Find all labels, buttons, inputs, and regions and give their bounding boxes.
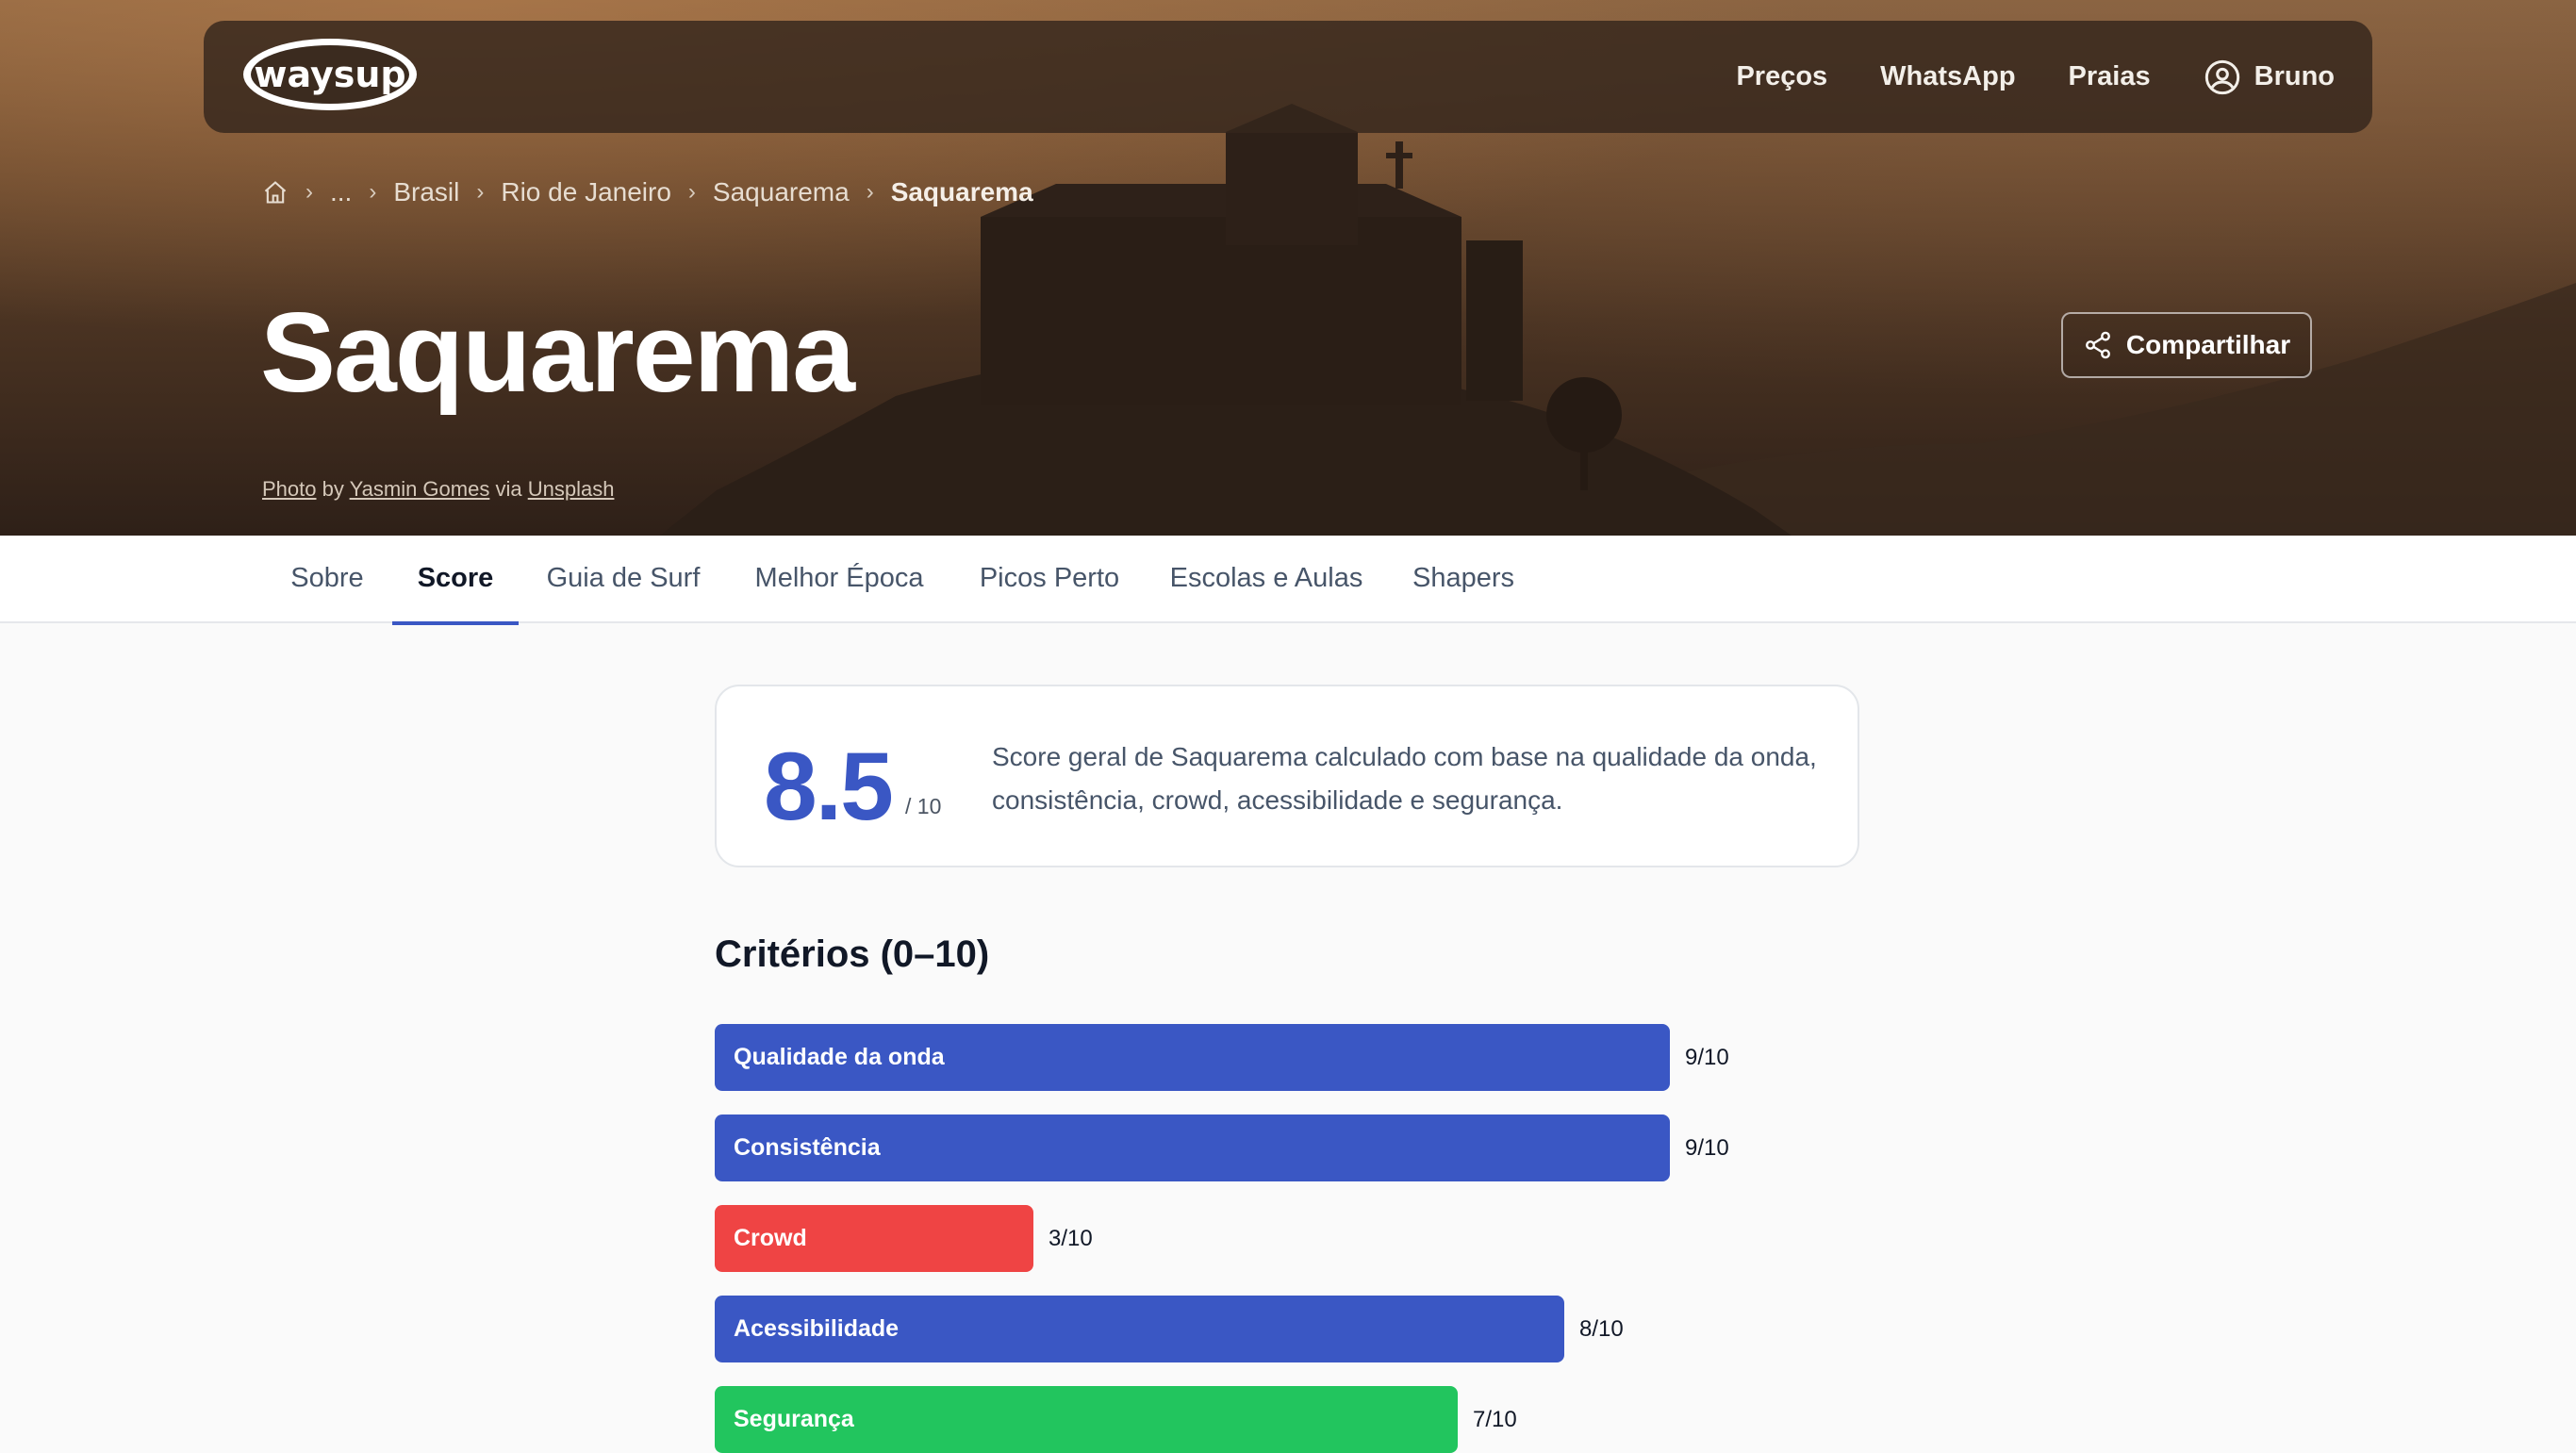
breadcrumb-current: Saquarema: [890, 177, 1033, 206]
user-name: Bruno: [2254, 61, 2335, 91]
breadcrumb: › ... › Brasil › Rio de Janeiro › Saquar…: [262, 177, 1033, 207]
score-description: Score geral de Saquarema calculado com b…: [992, 742, 1817, 815]
tab-bar: Sobre Score Guia de Surf Melhor Época Pi…: [0, 536, 2576, 625]
top-navbar: waysup Preços WhatsApp Praias Bruno: [204, 21, 2372, 133]
share-button[interactable]: Compartilhar: [2061, 312, 2312, 378]
home-icon[interactable]: [262, 179, 289, 206]
tab-guia-de-surf[interactable]: Guia de Surf: [534, 536, 713, 623]
nav-link-whatsapp[interactable]: WhatsApp: [1880, 61, 2015, 92]
user-circle-icon: [2204, 59, 2239, 94]
criteria-value: 9/10: [1685, 1135, 1729, 1161]
criteria-bar-qualidade-da-onda: Qualidade da onda: [715, 1024, 1670, 1091]
criteria-bar-seguranca: Segurança: [715, 1386, 1458, 1453]
logo[interactable]: waysup: [239, 35, 421, 119]
score-value: 8.5: [764, 733, 894, 840]
user-menu[interactable]: Bruno: [2204, 58, 2335, 96]
credit-by: by: [322, 477, 344, 501]
criteria-value: 3/10: [1049, 1226, 1093, 1251]
breadcrumb-item-brasil[interactable]: Brasil: [393, 177, 459, 207]
score-max: / 10: [905, 794, 942, 818]
criteria-label: Acessibilidade: [734, 1315, 900, 1342]
photo-credit: Photo by Yasmin Gomes via Unsplash: [262, 477, 614, 502]
criteria-bars: Qualidade da onda 9/10 Consistência 9/10 Cro…: [715, 1024, 2035, 1453]
svg-text:waysup: waysup: [254, 54, 405, 95]
criteria-label: Segurança: [734, 1406, 854, 1432]
chevron-right-icon: ›: [476, 179, 485, 205]
breadcrumb-item-rio-de-janeiro[interactable]: Rio de Janeiro: [501, 177, 671, 207]
criteria-label: Consistência: [734, 1134, 881, 1161]
score-card: 8.5 / 10 Score geral de Saquarema calcul…: [715, 685, 1859, 867]
tab-picos-perto[interactable]: Picos Perto: [971, 536, 1128, 623]
tab-shapers[interactable]: Shapers: [1405, 536, 1522, 623]
nav-link-precos[interactable]: Preços: [1736, 61, 1827, 92]
hero-banner: waysup Preços WhatsApp Praias Bruno › ..…: [0, 0, 2576, 536]
criteria-bar-consistencia: Consistência: [715, 1115, 1670, 1181]
criteria-label: Qualidade da onda: [734, 1044, 945, 1070]
breadcrumb-ellipsis[interactable]: ...: [330, 177, 352, 207]
tab-sobre[interactable]: Sobre: [270, 536, 385, 623]
criteria-label: Crowd: [734, 1225, 807, 1251]
breadcrumb-item-saquarema[interactable]: Saquarema: [713, 177, 850, 207]
criteria-bar-acessibilidade: Acessibilidade: [715, 1296, 1564, 1362]
nav-links: Preços WhatsApp Praias Bruno: [1736, 58, 2335, 96]
chevron-right-icon: ›: [305, 179, 313, 205]
nav-link-praias[interactable]: Praias: [2069, 61, 2151, 92]
chevron-right-icon: ›: [687, 179, 696, 205]
credit-photo-link[interactable]: Photo: [262, 477, 317, 501]
share-label: Compartilhar: [2125, 330, 2291, 359]
page-title: Saquarema: [260, 289, 855, 416]
credit-source-link[interactable]: Unsplash: [528, 477, 615, 501]
criteria-bar-crowd: Crowd: [715, 1205, 1033, 1272]
tab-score[interactable]: Score: [392, 536, 519, 625]
criteria-value: 7/10: [1473, 1407, 1517, 1432]
criteria-value: 9/10: [1685, 1045, 1729, 1070]
credit-author-link[interactable]: Yasmin Gomes: [350, 477, 490, 501]
chevron-right-icon: ›: [866, 179, 874, 205]
chevron-right-icon: ›: [369, 179, 377, 205]
tab-melhor-epoca[interactable]: Melhor Época: [743, 536, 935, 623]
criteria-value: 8/10: [1579, 1316, 1624, 1342]
share-icon: [2085, 331, 2110, 359]
credit-via: via: [495, 477, 522, 501]
criteria-title: Critérios (0–10): [715, 933, 990, 975]
tab-escolas-e-aulas[interactable]: Escolas e Aulas: [1164, 536, 1369, 623]
